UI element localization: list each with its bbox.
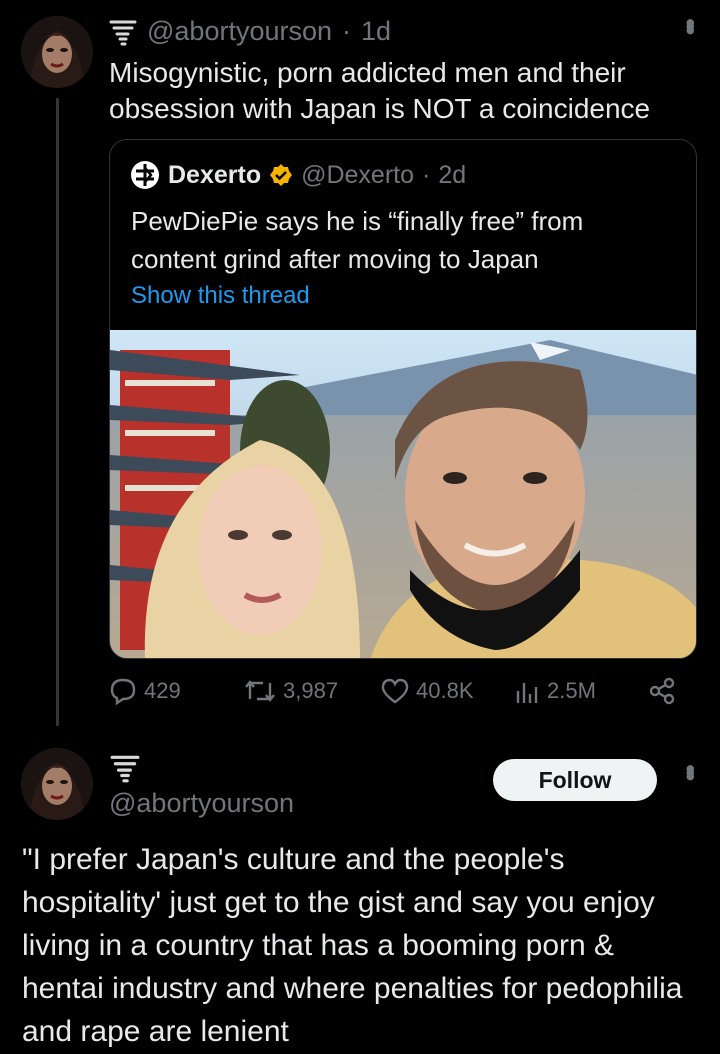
- views-count: 2.5M: [547, 678, 596, 703]
- tornado-emoji-icon: [110, 755, 140, 783]
- follow-button[interactable]: Follow: [493, 759, 657, 801]
- repost-button[interactable]: 3,987: [243, 677, 338, 705]
- avatar-image: [21, 16, 93, 88]
- repost-count: 3,987: [283, 678, 339, 703]
- reply-icon: [110, 678, 136, 705]
- thread-line: [56, 98, 59, 726]
- reply-count: 429: [144, 678, 181, 703]
- quoted-post-image[interactable]: [110, 330, 696, 658]
- share-icon: [649, 677, 675, 705]
- tornado-emoji-icon: [109, 20, 137, 45]
- avatar-image: [21, 748, 93, 820]
- avatar[interactable]: [21, 748, 93, 820]
- post-text: Misogynistic, porn addicted men and thei…: [109, 57, 651, 124]
- avatar[interactable]: [21, 16, 93, 88]
- quoted-author-handle[interactable]: @Dexerto: [301, 161, 414, 190]
- quoted-post-header: Dexerto @Dexerto · 2d: [130, 160, 466, 190]
- quoted-post[interactable]: Dexerto @Dexerto · 2d PewDiePie says he …: [109, 139, 697, 659]
- quoted-post-text: PewDiePie says he is “finally free” from…: [131, 206, 584, 274]
- views-button[interactable]: 2.5M: [515, 677, 596, 705]
- like-count: 40.8K: [416, 678, 474, 703]
- author-handle[interactable]: @abortyourson: [147, 16, 332, 47]
- heart-icon: [381, 678, 409, 704]
- reply-post-text: "I prefer Japan's culture and the people…: [22, 843, 683, 1048]
- reply-author-handle[interactable]: @abortyourson: [109, 788, 294, 819]
- more-vertical-icon[interactable]: •••: [674, 764, 706, 775]
- selfie-photo: [110, 330, 696, 658]
- share-button[interactable]: [648, 677, 676, 705]
- more-vertical-icon[interactable]: •••: [674, 18, 706, 29]
- separator: ·: [342, 16, 352, 46]
- reply-button[interactable]: 429: [108, 677, 181, 705]
- like-button[interactable]: 40.8K: [380, 677, 474, 705]
- post-time[interactable]: 1d: [361, 16, 391, 47]
- post-header: @abortyourson · 1d: [109, 16, 391, 47]
- dexerto-logo-icon: [131, 161, 159, 189]
- quoted-author-name[interactable]: Dexerto: [168, 161, 261, 190]
- verified-badge-icon: [270, 164, 293, 186]
- action-bar: 429 3,987 40.8K 2.5M: [108, 677, 688, 717]
- quoted-post-time[interactable]: 2d: [438, 161, 466, 190]
- repost-icon: [245, 680, 275, 702]
- show-thread-link[interactable]: Show this thread: [131, 282, 310, 310]
- separator: ·: [422, 160, 431, 189]
- views-chart-icon: [516, 683, 538, 703]
